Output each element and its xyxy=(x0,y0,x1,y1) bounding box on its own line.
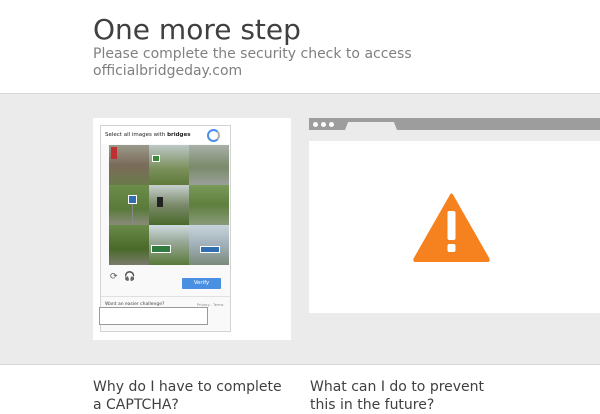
instruction-prefix: Select all images with xyxy=(105,132,166,138)
captcha-image-grid xyxy=(109,145,230,265)
captcha-tile[interactable] xyxy=(189,225,229,265)
captcha-widget: Select all images with bridges ⟳ 🎧 Verif… xyxy=(100,125,231,332)
captcha-tile[interactable] xyxy=(149,225,189,265)
faq-question-why: Why do I have to complete a CAPTCHA? xyxy=(93,379,282,413)
sign-icon xyxy=(157,197,163,207)
window-dot-icon xyxy=(329,122,334,127)
verify-button[interactable]: Verify xyxy=(182,278,221,289)
sign-icon xyxy=(111,147,117,159)
captcha-tile[interactable] xyxy=(109,225,149,265)
captcha-tile[interactable] xyxy=(109,185,149,225)
page-subtitle: Please complete the security check to ac… xyxy=(93,46,412,79)
headphones-icon[interactable]: 🎧 xyxy=(124,272,135,282)
page-header: One more step Please complete the securi… xyxy=(0,0,600,93)
captcha-header: Select all images with bridges xyxy=(101,126,230,144)
captcha-response-field[interactable] xyxy=(99,307,208,325)
captcha-tile[interactable] xyxy=(109,145,149,185)
captcha-tile[interactable] xyxy=(189,145,229,185)
faq-question-prevent: What can I do to prevent this in the fut… xyxy=(310,379,485,413)
sign-icon xyxy=(151,245,171,253)
page-title: One more step xyxy=(93,13,301,46)
captcha-tile[interactable] xyxy=(189,185,229,225)
warning-icon xyxy=(413,193,490,262)
captcha-tile[interactable] xyxy=(149,145,189,185)
sign-icon xyxy=(200,246,220,253)
window-dot-icon xyxy=(313,122,318,127)
reload-icon[interactable]: ⟳ xyxy=(110,272,118,282)
sign-pole xyxy=(132,204,133,224)
recaptcha-logo-icon xyxy=(207,129,220,142)
captcha-divider xyxy=(101,296,230,297)
sign-icon xyxy=(128,195,137,204)
captcha-tile[interactable] xyxy=(149,185,189,225)
footer-divider xyxy=(0,364,600,365)
window-dot-icon xyxy=(321,122,326,127)
sign-icon xyxy=(152,155,160,162)
captcha-instruction: Select all images with bridges xyxy=(105,132,190,138)
instruction-target: bridges xyxy=(167,132,191,138)
browser-tab xyxy=(345,122,397,130)
